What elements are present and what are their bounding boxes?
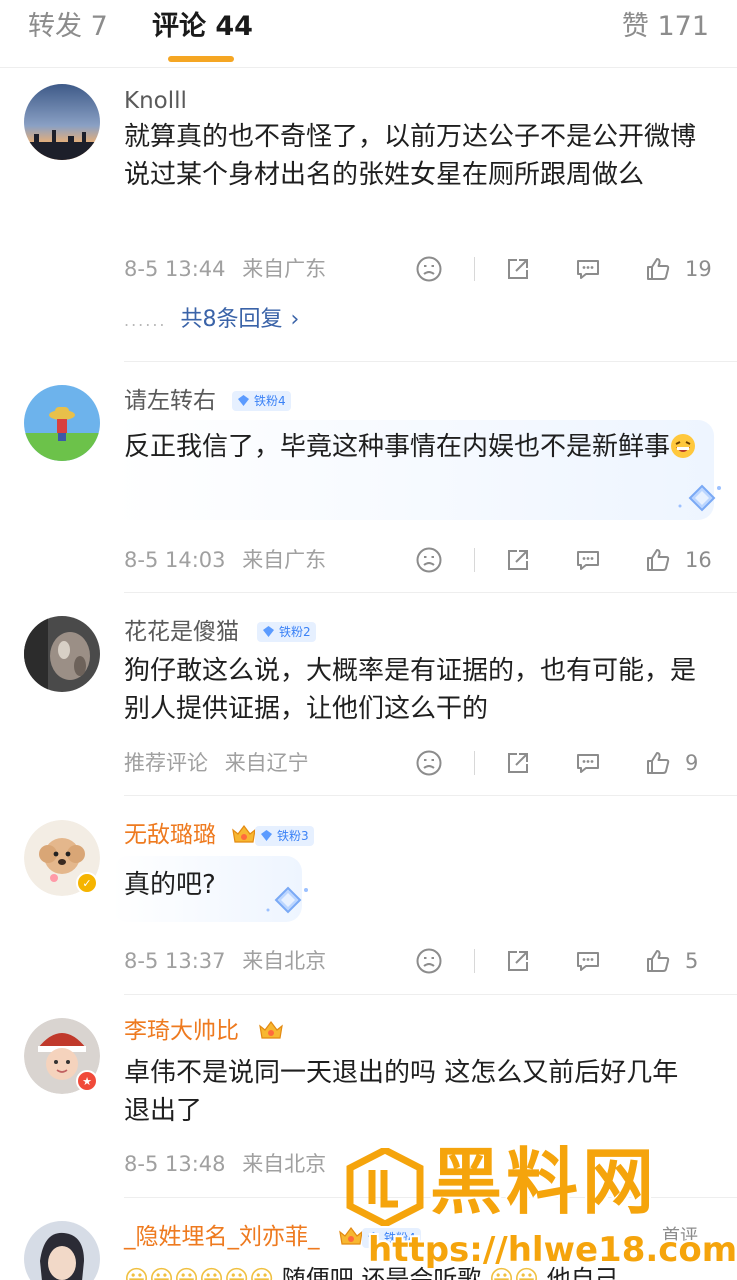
comment-time: 8-5 14:03 [124, 548, 226, 572]
diamond-icon [261, 830, 272, 841]
thumbs-up-icon[interactable] [643, 545, 673, 575]
username[interactable]: _隐姓埋名_刘亦菲_ [124, 1222, 320, 1252]
action-separator [474, 751, 475, 775]
reply-comment-icon[interactable] [573, 254, 603, 284]
comment-divider [124, 592, 737, 593]
comment-divider [124, 795, 737, 796]
reply-thread-dots: ...... [124, 311, 167, 330]
action-separator [474, 548, 475, 572]
comment-text: 卓伟不是说同一天退出的吗 这怎么又前后好几年退出了 [124, 1058, 679, 1126]
tab-likes[interactable]: 赞 171 [622, 10, 709, 44]
reply-comment-icon[interactable] [573, 748, 603, 778]
fan-level-text: 铁粉2 [279, 625, 311, 639]
replies-count-label: 共8条回复 [180, 307, 283, 332]
comment-location: 来自广东 [242, 548, 327, 572]
comment-time: 8-5 13:48 [124, 1152, 226, 1176]
fan-level-badge: 铁粉2 [257, 622, 316, 642]
share-icon[interactable] [503, 946, 533, 976]
dislike-face-icon[interactable] [414, 254, 444, 284]
comment-text: 就算真的也不奇怪了，以前万达公子不是公开微博说过某个身材出名的张姓女星在厕所跟周… [124, 122, 697, 190]
person-photo-avatar-icon [24, 1221, 100, 1280]
dislike-face-icon[interactable] [414, 545, 444, 575]
member-badge-icon: ★ [76, 1070, 98, 1092]
active-tab-indicator [168, 56, 234, 62]
dislike-face-icon[interactable] [414, 946, 444, 976]
verified-badge-icon: ✓ [76, 872, 98, 894]
avatar[interactable] [24, 84, 100, 160]
like-count: 9 [685, 751, 699, 775]
comment-meta: 8-5 13:44 来自广东 [124, 255, 326, 283]
comment-actions: 5 [414, 946, 713, 976]
laughing-emoji-icon [671, 434, 696, 458]
comment-meta: 8-5 13:37 来自北京 [124, 947, 326, 975]
avatar[interactable]: ★ [24, 1018, 100, 1094]
tab-comments[interactable]: 评论 44 [152, 10, 253, 44]
avatar[interactable] [24, 616, 100, 692]
comment-location: 来自广东 [242, 257, 327, 281]
watermark-title: 黑料网 [430, 1140, 659, 1224]
share-icon[interactable] [503, 545, 533, 575]
view-replies-link[interactable]: ...... 共8条回复 › [124, 305, 299, 336]
dislike-face-icon[interactable] [414, 748, 444, 778]
username[interactable]: Knolll [124, 86, 187, 116]
fan-level-badge: 铁粉3 [255, 826, 314, 846]
reply-comment-icon[interactable] [573, 946, 603, 976]
comment-location: 来自北京 [242, 1152, 327, 1176]
comment-divider [124, 994, 737, 995]
username[interactable]: 请左转右 [124, 386, 216, 416]
reply-comment-icon[interactable] [573, 545, 603, 575]
comment-actions: 19 [414, 254, 713, 284]
comment-meta: 8-5 14:03 来自广东 [124, 546, 326, 574]
sunset-skyline-avatar-icon [24, 84, 100, 160]
watermark-url: https://hlwe18.com [368, 1230, 737, 1270]
comment-label: 推荐评论 [124, 751, 208, 775]
comment-location: 来自辽宁 [224, 751, 309, 775]
comment-tab-bar: 转发 7 评论 44 赞 171 [0, 0, 737, 68]
emoji-sequence: 😀😀😀😀😀😀 [124, 1265, 282, 1280]
diamond-icon [263, 626, 274, 637]
cat-photo-avatar-icon [24, 616, 100, 692]
username[interactable]: 花花是傻猫 [124, 617, 239, 647]
username[interactable]: 李琦大帅比 [124, 1016, 239, 1046]
thumbs-up-icon[interactable] [643, 946, 673, 976]
watermark-logo-icon [346, 1148, 424, 1226]
share-icon[interactable] [503, 748, 533, 778]
username[interactable]: 无敌璐璐 [124, 820, 216, 850]
bubble-sparkle-decoration [254, 882, 314, 922]
comment-meta: 8-5 13:48 来自北京 [124, 1150, 326, 1178]
comment-actions: 16 [414, 545, 713, 575]
avatar[interactable]: ✓ [24, 820, 100, 896]
fan-level-badge: 铁粉4 [232, 391, 291, 411]
vip-crown-icon [231, 822, 257, 846]
comment-time: 8-5 13:44 [124, 257, 226, 281]
comment-location: 来自北京 [242, 949, 327, 973]
comment-divider [124, 361, 737, 362]
avatar[interactable] [24, 1221, 100, 1280]
thumbs-up-icon[interactable] [643, 254, 673, 284]
comment-time: 8-5 13:37 [124, 949, 226, 973]
comment-meta: 推荐评论 来自辽宁 [124, 749, 309, 777]
avatar[interactable] [24, 385, 100, 461]
diamond-icon [238, 395, 249, 406]
action-separator [474, 257, 475, 281]
action-separator [474, 949, 475, 973]
like-count: 16 [685, 548, 712, 572]
comment-actions: 9 [414, 748, 713, 778]
tab-repost[interactable]: 转发 7 [28, 10, 108, 44]
site-watermark: 黑料网 首评 https://hlwe18.com [340, 1140, 737, 1280]
chevron-right-icon: › [290, 307, 300, 332]
like-count: 5 [685, 949, 699, 973]
like-count: 19 [685, 257, 712, 281]
vip-crown-icon [258, 1018, 284, 1042]
share-icon[interactable] [503, 254, 533, 284]
comment-text: 反正我信了，毕竟这种事情在内娱也不是新鲜事 [124, 428, 704, 466]
fan-level-text: 铁粉3 [277, 829, 309, 843]
thumbs-up-icon[interactable] [643, 748, 673, 778]
comment-text: 狗仔敢这么说，大概率是有证据的，也有可能，是别人提供证据，让他们这么干的 [124, 656, 697, 724]
straw-hat-character-avatar-icon [24, 385, 100, 461]
fan-level-text: 铁粉4 [254, 394, 286, 408]
bubble-sparkle-decoration [664, 480, 724, 520]
